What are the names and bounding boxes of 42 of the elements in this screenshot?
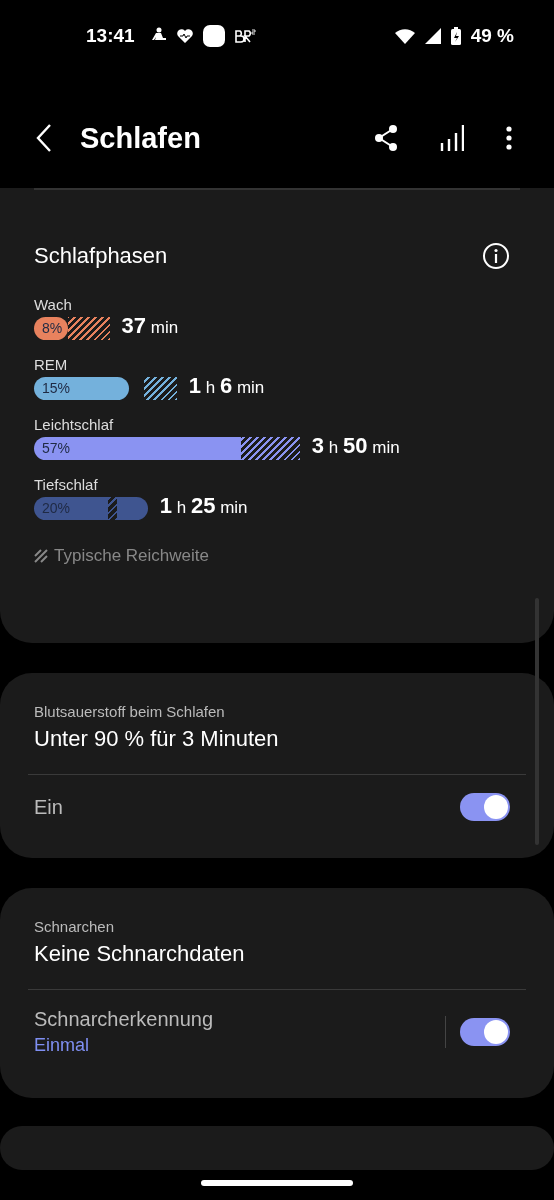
phase-label: Leichtschlaf (34, 416, 115, 433)
phase-label: Wach (34, 296, 73, 313)
signal-icon (424, 28, 441, 44)
chart-icon[interactable] (440, 125, 464, 151)
battery-level: 49 % (470, 25, 514, 47)
setting-label: Schnarchen (34, 918, 116, 935)
battery-icon (450, 27, 461, 45)
toggle-switch[interactable] (460, 1018, 510, 1046)
wifi-icon (394, 28, 415, 44)
setting-label: Ein (34, 795, 64, 819)
phase-duration: 1 h 6 min (188, 373, 265, 399)
phase-duration: 37 min (121, 313, 179, 339)
app-icon (202, 25, 225, 47)
phase-percent: 20% (42, 500, 71, 516)
heart-icon (176, 29, 193, 43)
phase-percent: 15% (42, 380, 71, 396)
phase-duration: 3 h 50 min (311, 433, 400, 459)
radio-app-icon (234, 29, 257, 43)
back-button[interactable] (36, 124, 52, 152)
typical-range-hatch (241, 437, 300, 460)
phase-label: Tiefschlaf (34, 476, 99, 493)
legend-label: Typische Reichweite (54, 546, 209, 566)
more-icon[interactable] (506, 126, 512, 150)
hatch-icon (34, 549, 48, 563)
share-icon[interactable] (374, 125, 398, 151)
setting-label: Schnarcherkennung (34, 1008, 214, 1031)
page-title: Schlafen (80, 121, 201, 155)
phase-percent: 57% (42, 440, 71, 456)
info-icon[interactable] (482, 242, 510, 270)
phase-duration: 1 h 25 min (159, 493, 248, 519)
status-time: 13:41 (86, 25, 135, 47)
typical-range-hatch (107, 497, 118, 520)
phase-percent: 8% (42, 320, 63, 336)
setting-value: Unter 90 % für 3 Minuten (34, 726, 280, 752)
card-title: Schlafphasen (34, 243, 168, 269)
toggle-switch[interactable] (460, 793, 510, 821)
typical-range-hatch (67, 317, 110, 340)
phase-label: REM (34, 356, 69, 373)
setting-value: Keine Schnarchdaten (34, 941, 246, 967)
typical-range-hatch (144, 377, 177, 400)
setting-label: Blutsauerstoff beim Schlafen (34, 703, 226, 720)
setting-sublabel[interactable]: Einmal (34, 1035, 445, 1056)
